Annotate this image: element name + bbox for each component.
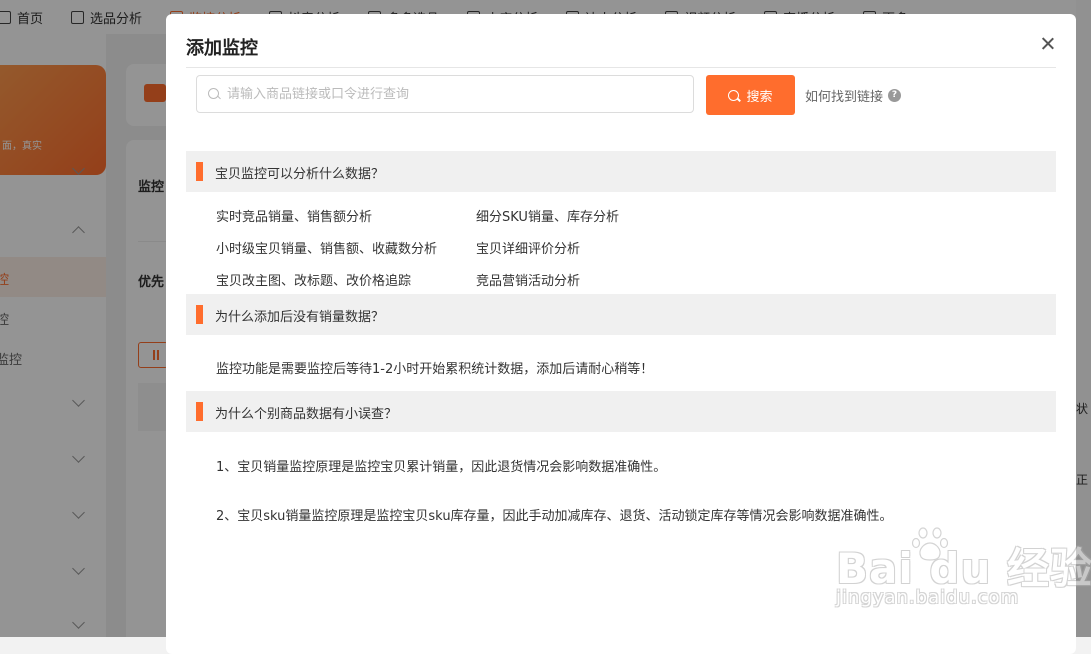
section-title: 宝贝监控可以分析什么数据？ (215, 167, 385, 182)
section-accent-bar (196, 305, 203, 324)
section-text: 监控功能是需要监控后等待1-2小时开始累积统计数据，添加后请耐心稍等！ (216, 362, 654, 377)
section-header-data-error: 为什么个别商品数据有小误查？ (186, 391, 1056, 432)
section-title: 为什么个别商品数据有小误查？ (215, 407, 398, 422)
explanation-paragraph: 1、宝贝销量监控原理是监控宝贝累计销量，因此退货情况会影响数据准确性。 (216, 460, 667, 475)
feature-item: 小时级宝贝销量、销售额、收藏数分析 (216, 242, 438, 257)
close-icon[interactable] (1038, 34, 1058, 54)
search-input[interactable] (227, 76, 687, 112)
feature-item: 宝贝改主图、改标题、改价格追踪 (216, 274, 412, 289)
dialog-title: 添加监控 (186, 38, 258, 59)
question-icon: ? (888, 89, 902, 102)
paw-icon (911, 527, 949, 561)
search-icon (728, 89, 740, 101)
explanation-paragraph: 2、宝贝sku销量监控原理是监控宝贝sku库存量，因此手动加减库存、退货、活动锁… (216, 509, 893, 524)
section-header-no-sales: 为什么添加后没有销量数据？ (186, 294, 1056, 335)
search-button[interactable]: 搜索 (706, 75, 795, 115)
watermark-url: jingyan.baidu.com (836, 587, 1020, 608)
section-accent-bar (196, 402, 203, 421)
section-accent-bar (196, 162, 203, 181)
search-button-label: 搜索 (746, 89, 773, 105)
title-divider (186, 67, 1056, 68)
section-header-what-data: 宝贝监控可以分析什么数据？ (186, 151, 1056, 192)
section-title: 为什么添加后没有销量数据？ (215, 310, 385, 325)
search-icon (208, 88, 219, 99)
feature-item: 宝贝详细评价分析 (476, 242, 581, 257)
feature-item: 实时竞品销量、销售额分析 (216, 210, 373, 225)
search-field[interactable] (196, 75, 694, 113)
help-link-label: 如何找到链接 (805, 90, 884, 105)
how-to-find-link[interactable]: 如何找到链接 ? (805, 86, 902, 105)
baidu-jingyan-watermark: Bai du 经验 jingyan.baidu.com (836, 525, 1091, 615)
feature-item: 竞品营销活动分析 (476, 274, 581, 289)
feature-item: 细分SKU销量、库存分析 (476, 210, 619, 225)
